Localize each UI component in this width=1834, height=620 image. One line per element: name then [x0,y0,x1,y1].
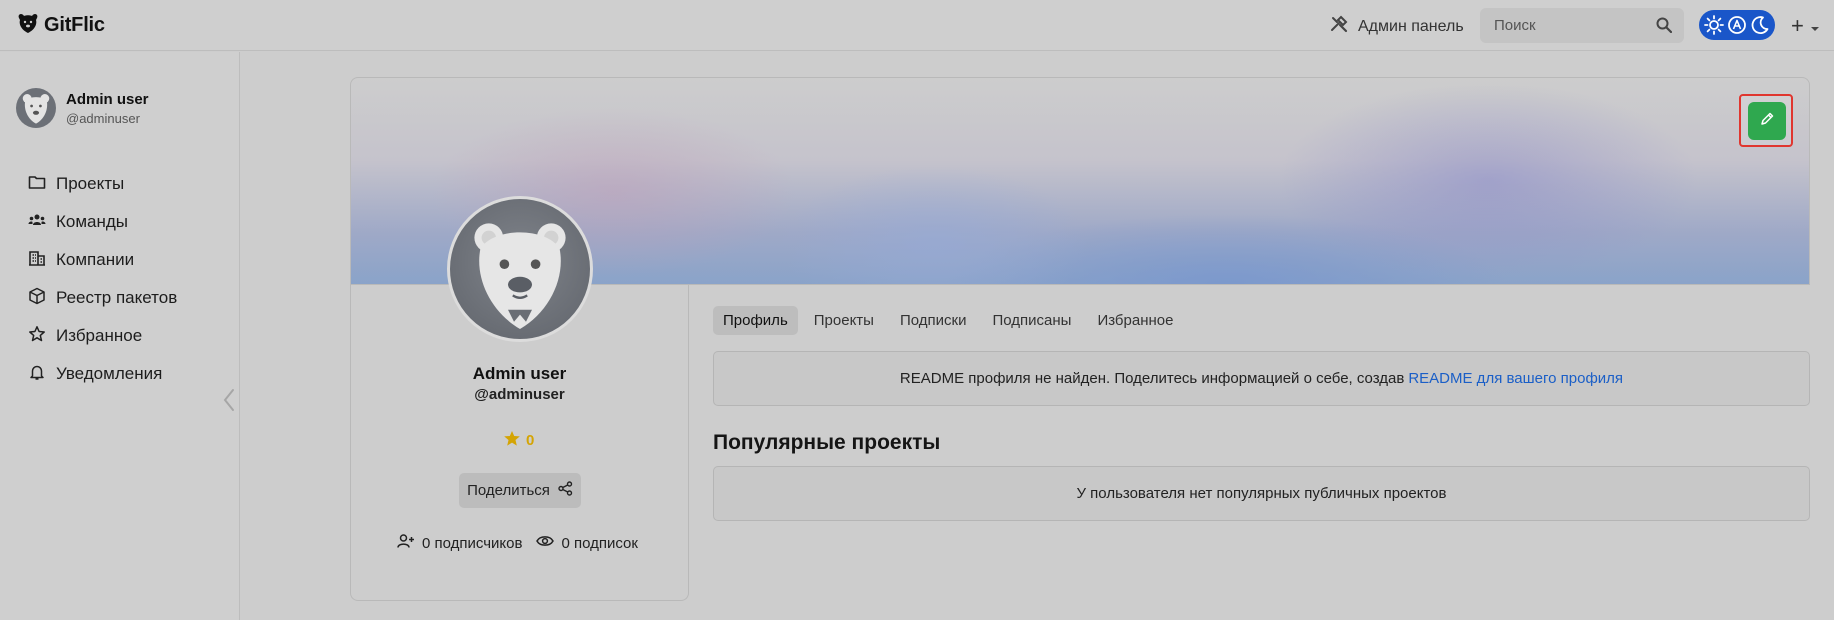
profile-handle: @adminuser [474,386,565,403]
share-label: Поделиться [467,482,550,499]
sidebar-item-label: Компании [56,250,135,269]
create-menu-button[interactable]: + [1791,13,1820,39]
sidebar-user-handle: @adminuser [66,110,140,126]
search-box [1480,8,1684,43]
popular-projects-title: Популярные проекты [713,431,941,454]
top-bar: GitFlic Админ панель + [0,0,1834,51]
rating-icon [503,430,521,451]
edit-profile-button[interactable] [1748,102,1786,140]
logo-text: GitFlic [44,14,105,36]
team-icon [28,211,46,234]
sidebar-item-notifications[interactable]: Уведомления [28,355,177,393]
add-user-icon [397,533,415,553]
chevron-left-icon [222,389,236,416]
popular-projects-empty: У пользователя нет популярных публичных … [713,466,1810,521]
admin-panel-link[interactable]: Админ панель [1330,15,1464,38]
subscriptions-label: 0 подписок [561,534,638,552]
sidebar-item-projects[interactable]: Проекты [28,165,177,203]
moon-theme-icon[interactable] [1749,14,1771,36]
bear-avatar-icon [474,223,566,329]
sidebar-item-companies[interactable]: Компании [28,241,177,279]
tab-projects[interactable]: Проекты [804,306,884,335]
chevron-down-icon [1810,13,1820,39]
sidebar-item-label: Избранное [56,326,143,345]
theme-switcher [1699,10,1775,40]
profile-name: Admin user [472,364,567,383]
sidebar-user[interactable]: Admin user @adminuser [16,88,149,128]
popular-empty-message: У пользователя нет популярных публичных … [1076,485,1447,502]
admin-panel-label: Админ панель [1358,17,1464,35]
readme-message: README профиля не найден. Поделитесь инф… [899,370,1405,387]
tab-subscriptions[interactable]: Подписки [890,306,977,335]
sidebar-item-label: Проекты [56,174,125,193]
sidebar-item-label: Реестр пакетов [56,288,178,307]
search-icon[interactable] [1656,17,1673,38]
share-icon [558,481,573,500]
create-readme-link[interactable]: README для вашего профиля [1408,370,1623,387]
bear-logo-icon [18,12,38,39]
tab-followers[interactable]: Подписаны [982,306,1081,335]
tools-icon [1330,15,1348,38]
sidebar-item-teams[interactable]: Команды [28,203,177,241]
sidebar-item-favorites[interactable]: Избранное [28,317,177,355]
edit-button-highlight [1739,94,1793,147]
logo[interactable]: GitFlic [18,12,105,39]
tab-profile[interactable]: Профиль [713,306,798,335]
profile-rating: 0 [503,430,534,451]
follow-stats: 0 подписчиков 0 подписок [397,533,638,553]
collapse-sidebar-button[interactable] [222,388,236,417]
auto-theme-icon[interactable] [1726,14,1748,36]
sidebar-item-package-registry[interactable]: Реестр пакетов [28,279,177,317]
sidebar-item-label: Команды [56,212,129,231]
star-icon [28,325,46,348]
sun-theme-icon[interactable] [1703,14,1725,36]
rating-value: 0 [526,432,535,449]
followers-count[interactable]: 0 подписчиков [397,533,522,553]
readme-notice: README профиля не найден. Поделитесь инф… [713,351,1810,406]
plus-label: + [1791,13,1804,38]
sidebar-user-name: Admin user [66,90,149,108]
avatar [16,88,56,128]
subscriptions-count[interactable]: 0 подписок [536,534,638,552]
followers-label: 0 подписчиков [422,534,523,552]
pencil-icon [1759,111,1775,132]
bell-icon [28,363,46,386]
eye-icon [536,534,555,552]
share-button[interactable]: Поделиться [459,473,581,508]
sidebar-nav: Проекты Команды Компании Реестр пакетов … [28,165,177,393]
folder-icon [28,173,46,196]
building-icon [28,249,46,272]
sidebar-item-label: Уведомления [56,364,163,383]
tab-favorites[interactable]: Избранное [1087,306,1183,335]
search-input[interactable] [1494,8,1644,43]
sidebar: Admin user @adminuser Проекты Команды Ко… [0,52,240,620]
package-icon [28,287,46,310]
profile-avatar [447,196,593,342]
profile-tabs: Профиль Проекты Подписки Подписаны Избра… [713,306,1189,335]
